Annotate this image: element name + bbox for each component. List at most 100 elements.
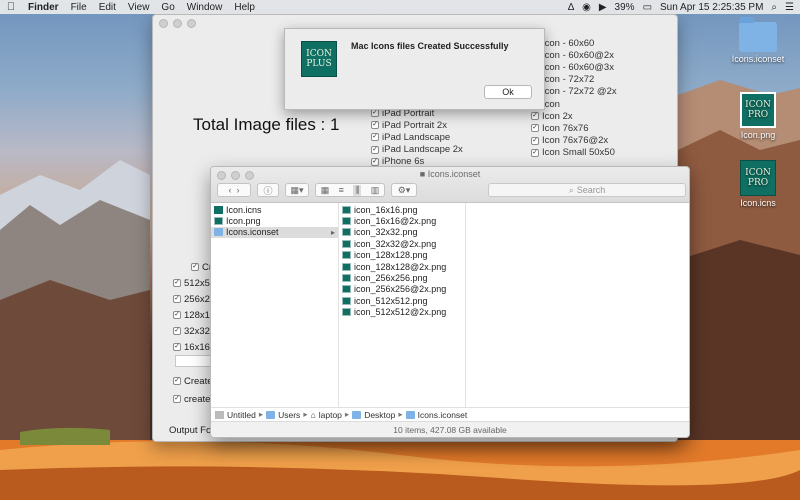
checkbox[interactable]: ✓ — [371, 157, 379, 166]
icon-logo-text: ICON — [745, 100, 771, 110]
file-item[interactable]: icon_128x128@2x.png — [339, 261, 465, 272]
file-item[interactable]: icon_512x512@2x.png — [339, 307, 465, 318]
cover-flow-icon[interactable]: ▥ — [371, 185, 380, 196]
size-option-label: Icon - 72x72 — [542, 74, 595, 86]
path-segment[interactable]: Icons.iconset — [418, 410, 468, 420]
desktop-icon-iconset[interactable]: Icons.iconset — [723, 17, 793, 64]
path-segment[interactable]: laptop — [319, 410, 342, 420]
icon-plus-app-icon: ICON PLUS — [301, 41, 337, 77]
menu-view[interactable]: View — [122, 2, 156, 13]
checkbox[interactable]: ✓ — [531, 112, 539, 121]
apple-menu-icon[interactable]:  — [0, 1, 22, 13]
menu-edit[interactable]: Edit — [93, 2, 122, 13]
size-option-label: Icon 2x — [542, 110, 573, 122]
alert-message: Mac Icons files Created Successfully — [351, 41, 509, 51]
zoom-button[interactable] — [187, 19, 196, 28]
back-forward-buttons[interactable]: ‹ › — [217, 183, 251, 197]
file-name: icon_16x16@2x.png — [354, 216, 437, 227]
file-item[interactable]: icon_128x128.png — [339, 250, 465, 261]
path-segment[interactable]: Desktop — [364, 410, 395, 420]
folder-item-selected[interactable]: Icons.iconset ▸ — [211, 226, 338, 239]
column-2: icon_16x16.png icon_16x16@2x.png icon_32… — [339, 203, 466, 407]
checkbox[interactable]: ✓ — [531, 136, 539, 145]
menu-go[interactable]: Go — [155, 2, 180, 13]
column-view-icon[interactable]: ⫼ — [353, 184, 362, 196]
size-option-label: Icon - 60x60@3x — [542, 61, 614, 73]
file-item[interactable]: icon_32x32@2x.png — [339, 238, 465, 249]
checkbox[interactable]: ✓ — [371, 145, 379, 154]
file-item[interactable]: icon_16x16.png — [339, 204, 465, 215]
info-icon: ⓘ — [263, 185, 273, 196]
path-separator-icon: ▸ — [398, 409, 403, 419]
path-separator-icon: ▸ — [303, 409, 308, 419]
checkbox[interactable]: ✓ — [173, 377, 181, 385]
forward-icon[interactable]: › — [237, 185, 240, 195]
file-name: Icon.icns — [226, 204, 262, 215]
checkbox[interactable]: ✓ — [173, 327, 181, 335]
battery-icon[interactable]: ▭ — [643, 2, 652, 13]
png-file-icon — [342, 274, 351, 283]
adobe-icon[interactable]: ∆ — [568, 2, 574, 13]
path-bar: Untitled ▸ Users ▸ ⌂ laptop ▸ Desktop ▸ … — [211, 407, 689, 421]
search-icon: ⌕ — [568, 184, 574, 195]
file-item[interactable]: Icon.icns — [211, 204, 338, 215]
desktop-icon-label: Icons.iconset — [731, 54, 785, 64]
file-item[interactable]: icon_256x256@2x.png — [339, 284, 465, 295]
file-name: icon_256x256.png — [354, 273, 428, 284]
menubar-clock[interactable]: Sun Apr 15 2:25:35 PM — [660, 2, 763, 13]
create-option-label: create — [184, 393, 211, 405]
path-segment[interactable]: Users — [278, 410, 300, 420]
notification-center-icon[interactable]: ☰ — [785, 2, 794, 13]
menu-help[interactable]: Help — [228, 2, 261, 13]
file-item[interactable]: icon_512x512.png — [339, 295, 465, 306]
minimize-button[interactable] — [173, 19, 182, 28]
png-file-icon — [342, 217, 351, 226]
checkbox[interactable]: ✓ — [371, 133, 379, 142]
file-name: icon_128x128@2x.png — [354, 261, 447, 272]
checkbox[interactable]: ✓ — [191, 263, 199, 271]
volume-icon[interactable]: ▶ — [599, 2, 607, 13]
checkbox[interactable]: ✓ — [371, 109, 379, 118]
file-item[interactable]: icon_16x16@2x.png — [339, 215, 465, 226]
mac-size-options: ✓ Cr ✓ 512x5 ✓ 256x2 ✓ 128x12 ✓ 32x32 ✓ 16x16 — [173, 259, 215, 355]
menu-app-finder[interactable]: Finder — [22, 2, 65, 13]
path-segment[interactable]: Untitled — [227, 410, 256, 420]
action-button[interactable]: ⚙▾ — [391, 183, 417, 197]
checkbox[interactable]: ✓ — [531, 148, 539, 157]
menu-bar:  Finder File Edit View Go Window Help ∆… — [0, 0, 800, 14]
ok-button[interactable]: Ok — [484, 85, 532, 99]
checkbox[interactable]: ✓ — [173, 311, 181, 319]
file-item[interactable]: Icon.png — [211, 215, 338, 226]
search-field[interactable]: ⌕ Search — [488, 183, 686, 197]
icon-logo-text: PRO — [747, 178, 769, 188]
desktop-icon-png[interactable]: ICON PRO Icon.png — [723, 92, 793, 140]
spotlight-icon[interactable]: ⌕ — [771, 2, 777, 13]
close-button[interactable] — [159, 19, 168, 28]
wifi-icon[interactable]: ◉ — [582, 2, 591, 13]
png-file-icon — [214, 217, 223, 226]
checkbox[interactable]: ✓ — [531, 124, 539, 133]
ios-size-list: ✓ iPad Portrait ✓ iPad Portrait 2x ✓ iPad L… — [371, 107, 463, 168]
back-icon[interactable]: ‹ — [228, 185, 231, 195]
checkbox[interactable]: ✓ — [371, 121, 379, 130]
info-button[interactable]: ⓘ — [257, 183, 279, 197]
icon-view-icon[interactable]: ▦ — [321, 185, 330, 196]
checkbox[interactable]: ✓ — [173, 295, 181, 303]
checkbox[interactable]: ✓ — [173, 279, 181, 287]
arrange-button[interactable]: ▦▾ — [285, 183, 309, 197]
menu-window[interactable]: Window — [181, 2, 229, 13]
file-name: icon_32x32@2x.png — [354, 238, 437, 249]
name-field[interactable] — [175, 355, 215, 367]
list-view-icon[interactable]: ≡ — [339, 185, 344, 195]
desktop-icon-icns[interactable]: ICON PRO Icon.icns — [723, 160, 793, 208]
file-item[interactable]: icon_32x32.png — [339, 227, 465, 238]
status-bar: 10 items, 427.08 GB available — [211, 421, 689, 437]
checkbox[interactable]: ✓ — [173, 343, 181, 351]
checkbox[interactable]: ✓ — [173, 395, 181, 403]
menu-file[interactable]: File — [65, 2, 93, 13]
file-item[interactable]: icon_256x256.png — [339, 272, 465, 283]
view-mode-buttons[interactable]: ▦ ≡ ⫼ ▥ — [315, 183, 385, 197]
gear-icon: ⚙▾ — [397, 184, 411, 195]
option-label: 256x2 — [184, 293, 210, 305]
success-alert: ICON PLUS Mac Icons files Created Succes… — [284, 28, 545, 110]
